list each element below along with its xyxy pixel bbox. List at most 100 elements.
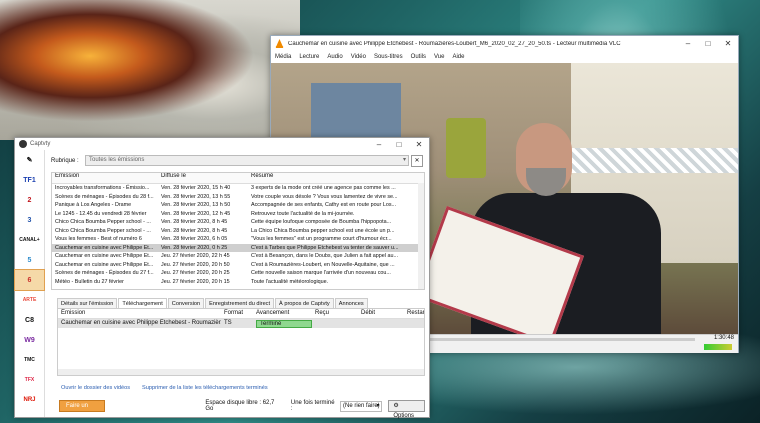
program-row[interactable]: Scènes de ménages - Épisodes du 27 f... J… <box>52 269 424 278</box>
row-emission: Météo - Bulletin du 27 février <box>55 278 124 285</box>
row-emission: Incroyables transformations - Émissio... <box>55 185 150 191</box>
row-date: Ven. 28 février 2020, 6 h 05 <box>161 236 228 242</box>
row-resume: Votre couple vous désole ? Vous vous lam… <box>251 193 398 200</box>
when-finished-select[interactable]: (Ne rien faire) <box>340 400 383 412</box>
rubrique-dropdown[interactable]: Toutes les émissions <box>85 155 409 166</box>
program-row[interactable]: Chico Chica Boumba Pepper school - ... Ve… <box>52 218 424 227</box>
menu-lecture[interactable]: Lecture <box>299 54 319 60</box>
channel-canal[interactable]: CANAL+ <box>15 230 44 250</box>
row-date: Jeu. 27 février 2020, 20 h 50 <box>161 261 230 268</box>
row-date: Jeu. 27 février 2020, 20 h 15 <box>161 278 230 285</box>
download-links: Ouvrir le dossier des vidéos Supprimer d… <box>61 385 280 391</box>
dl-col-avancement[interactable]: Avancement <box>253 309 312 318</box>
download-row-format: TS <box>224 320 232 326</box>
tab-telechargement[interactable]: Téléchargement <box>118 298 167 308</box>
program-row[interactable]: Cauchemar en cuisine avec Philippe Et...… <box>52 252 424 261</box>
channel-w9[interactable]: W9 <box>15 330 44 350</box>
program-row[interactable]: Cauchemar en cuisine avec Philippe Et...… <box>52 243 424 252</box>
dl-col-emission[interactable]: Émission <box>58 309 221 318</box>
rubrique-label: Rubrique : <box>51 157 79 164</box>
download-row[interactable]: Cauchemar en cuisine avec Philippe Etche… <box>58 319 424 328</box>
program-row[interactable]: Vous les femmes - Best of numéro 6 Ven. 2… <box>52 235 424 244</box>
remove-finished-link[interactable]: Supprimer de la liste les téléchargement… <box>142 385 268 391</box>
channel-tfx[interactable]: TFX <box>15 370 44 390</box>
channel-c8[interactable]: C8 <box>15 310 44 330</box>
tab-annonces[interactable]: Annonces <box>334 298 368 308</box>
channel-nrj[interactable]: NRJ <box>15 390 44 410</box>
row-emission: Le 1245 - 12.45 du vendredi 28 février <box>55 210 147 217</box>
program-row[interactable]: Cauchemar en cuisine avec Philippe Et...… <box>52 261 424 270</box>
captvty-titlebar[interactable]: Captvty – □ ✕ <box>15 138 429 150</box>
captvty-close-button[interactable]: ✕ <box>409 140 429 149</box>
captvty-window: Captvty – □ ✕ ✎ TF1 2 3 CANAL+ 5 6 ARTE … <box>14 137 430 419</box>
tab-apropos[interactable]: À propos de Captvty <box>275 298 334 308</box>
channel-france3[interactable]: 3 <box>15 210 44 230</box>
menu-video[interactable]: Vidéo <box>351 54 366 60</box>
program-row[interactable]: Chico Chica Boumba Pepper school - ... Ve… <box>52 227 424 236</box>
menu-audio[interactable]: Audio <box>327 54 342 60</box>
program-row[interactable]: Le 1245 - 12.45 du vendredi 28 février Ve… <box>52 210 424 219</box>
channel-tools[interactable]: ✎ <box>15 150 44 170</box>
row-date: Ven. 28 février 2020, 8 h 45 <box>161 219 228 225</box>
tab-details[interactable]: Détails sur l'émission <box>57 298 118 308</box>
channel-arte[interactable]: ARTE <box>15 290 44 310</box>
row-resume: Retrouvez toute l'actualité de la mi-jou… <box>251 210 355 217</box>
open-folder-link[interactable]: Ouvrir le dossier des vidéos <box>61 385 130 391</box>
vlc-titlebar[interactable]: Cauchemar en cuisine avec Philippe Etche… <box>271 36 738 51</box>
program-row[interactable]: Scènes de ménages - Épisodes du 28 f... V… <box>52 193 424 202</box>
row-resume: La Chico Chica Boumba pepper school est … <box>251 227 395 234</box>
dl-col-format[interactable]: Format <box>221 309 253 318</box>
dl-col-recu[interactable]: Reçu <box>312 309 358 318</box>
wallpaper-artwork <box>0 0 300 140</box>
donate-button[interactable]: Faire un don <box>59 400 106 419</box>
row-resume: C'est à Tarbes que Philippe Etchebest va… <box>251 244 399 251</box>
channel-m6[interactable]: 6 <box>14 269 45 291</box>
program-row[interactable]: Incroyables transformations - Émissio...… <box>52 184 424 193</box>
menu-tools[interactable]: Outils <box>411 54 426 60</box>
captvty-minimize-button[interactable]: – <box>369 140 389 149</box>
dl-col-debit[interactable]: Débit <box>358 309 404 318</box>
channel-sidebar: ✎ TF1 2 3 CANAL+ 5 6 ARTE C8 W9 TMC TFX … <box>14 150 45 417</box>
col-resume[interactable]: Résumé <box>248 173 424 183</box>
rubrique-clear-button[interactable]: ✕ <box>411 154 423 167</box>
channel-tf1[interactable]: TF1 <box>15 170 44 190</box>
dl-col-restant[interactable]: Restant <box>404 309 424 318</box>
minimize-button[interactable]: – <box>678 39 698 48</box>
menu-help[interactable]: Aide <box>452 54 464 60</box>
channel-france5[interactable]: 5 <box>15 250 44 270</box>
row-date: Jeu. 27 février 2020, 20 h 25 <box>161 270 230 276</box>
program-list-header: Émission Diffusé le Résumé <box>52 173 424 184</box>
options-label: Options <box>393 413 415 419</box>
row-resume: Cette nouvelle saison marque l'arrivée d… <box>251 270 391 276</box>
col-diffuse[interactable]: Diffusé le <box>158 173 248 183</box>
channel-tmc[interactable]: TMC <box>15 350 44 370</box>
menu-view[interactable]: Vue <box>434 54 444 60</box>
program-row[interactable]: Météo - Bulletin du 27 février Jeu. 27 fé… <box>52 278 424 287</box>
program-row[interactable]: Panique à Los Angeles - Drame Ven. 28 fév… <box>52 201 424 210</box>
disk-space: Espace disque libre : 62,7 Go <box>205 400 275 412</box>
close-button[interactable]: ✕ <box>718 39 738 48</box>
vlc-menubar: Média Lecture Audio Vidéo Sous-titres Ou… <box>271 51 738 62</box>
row-date: Jeu. 27 février 2020, 22 h 45 <box>161 253 230 259</box>
row-emission: Cauchemar en cuisine avec Philippe Et... <box>55 253 154 259</box>
row-date: Ven. 28 février 2020, 13 h 55 <box>161 193 231 200</box>
program-list-scrollbar[interactable] <box>418 183 424 289</box>
row-emission: Chico Chica Boumba Pepper school - ... <box>55 227 151 234</box>
program-list: Émission Diffusé le Résumé Incroyables t… <box>51 172 425 290</box>
row-resume: Accompagnée de ses enfants, Cathy est en… <box>251 202 397 208</box>
captvty-maximize-button[interactable]: □ <box>389 140 409 149</box>
channel-france2[interactable]: 2 <box>15 190 44 210</box>
tab-enregistrement[interactable]: Enregistrement du direct <box>205 298 275 308</box>
vlc-title-text: Cauchemar en cuisine avec Philippe Etche… <box>288 40 621 47</box>
row-emission: Chico Chica Boumba Pepper school - ... <box>55 219 151 225</box>
col-emission[interactable]: Émission <box>52 173 158 183</box>
captvty-title: Captvty <box>30 141 51 147</box>
tab-conversion[interactable]: Conversion <box>167 298 205 308</box>
maximize-button[interactable]: □ <box>698 39 718 48</box>
volume-slider[interactable] <box>704 344 732 350</box>
download-list-scrollbar[interactable] <box>58 369 424 375</box>
vlc-cone-icon <box>275 39 284 48</box>
menu-media[interactable]: Média <box>275 54 291 60</box>
options-button[interactable]: ⚙ Options <box>388 400 425 419</box>
menu-subtitles[interactable]: Sous-titres <box>374 54 403 60</box>
